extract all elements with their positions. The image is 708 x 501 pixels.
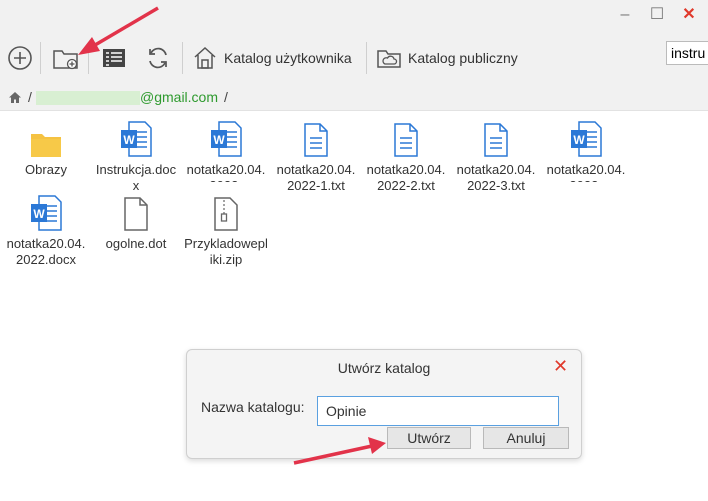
word-document-icon: W — [571, 121, 602, 157]
file-item-notatka-3-txt[interactable]: notatka20.04.2022-3.txt — [454, 118, 538, 194]
file-item-notatka-docx-1[interactable]: W notatka20.04.2022- — [184, 118, 268, 182]
svg-text:W: W — [33, 207, 45, 221]
file-name: Przykladowepliki.zip — [184, 236, 268, 267]
file-name: notatka20.04.2022-3.txt — [456, 162, 536, 193]
toolbar-divider — [40, 42, 41, 74]
toolbar: Katalog użytkownika Katalog publiczny — [0, 30, 708, 86]
text-file-icon — [484, 123, 508, 157]
home-icon[interactable] — [8, 91, 22, 104]
cancel-button[interactable]: Anuluj — [483, 427, 569, 449]
folder-icon — [31, 134, 61, 157]
search-input[interactable] — [666, 41, 708, 65]
user-catalog-link[interactable]: Katalog użytkownika — [192, 45, 352, 71]
file-name: notatka20.04.2022- — [546, 162, 626, 182]
add-icon[interactable] — [6, 44, 34, 72]
file-item-przykladowe-zip[interactable]: Przykladowepliki.zip — [184, 192, 268, 268]
text-file-icon — [304, 123, 328, 157]
refresh-icon[interactable] — [144, 44, 172, 72]
file-item-notatka-docx-2[interactable]: W notatka20.04.2022- — [544, 118, 628, 182]
user-catalog-label: Katalog użytkownika — [224, 50, 352, 66]
public-catalog-link[interactable]: Katalog publiczny — [376, 45, 518, 71]
list-view-icon[interactable] — [100, 44, 128, 72]
file-name: Instrukcja.docx — [95, 162, 177, 193]
close-icon[interactable]: ✕ — [678, 4, 700, 26]
breadcrumb: / @gmail.com / — [0, 86, 708, 111]
folder-name-input[interactable] — [317, 396, 559, 426]
svg-text:W: W — [213, 133, 225, 147]
file-name: notatka20.04.2022.docx — [6, 236, 86, 267]
word-document-icon: W — [211, 121, 242, 157]
title-bar: – ☐ ✕ — [0, 0, 708, 30]
file-name: notatka20.04.2022-2.txt — [366, 162, 446, 193]
file-item-ogolne[interactable]: ogolne.dot — [94, 192, 178, 252]
maximize-icon[interactable]: ☐ — [646, 4, 668, 26]
breadcrumb-separator: / — [28, 89, 32, 105]
zip-file-icon — [214, 197, 238, 231]
toolbar-divider — [88, 42, 89, 74]
file-name: notatka20.04.2022-1.txt — [276, 162, 356, 193]
file-item-notatka-1-txt[interactable]: notatka20.04.2022-1.txt — [274, 118, 358, 194]
file-item-instrukcja[interactable]: W Instrukcja.docx — [94, 118, 178, 194]
cloud-folder-icon — [377, 50, 401, 68]
toolbar-divider — [182, 42, 183, 74]
word-document-icon: W — [121, 121, 152, 157]
file-item-notatka-docx[interactable]: W notatka20.04.2022.docx — [4, 192, 88, 268]
create-button[interactable]: Utwórz — [387, 427, 471, 449]
folder-name-label: Nazwa katalogu: — [201, 399, 305, 415]
minimize-icon[interactable]: – — [614, 4, 636, 26]
close-icon[interactable]: ✕ — [553, 356, 568, 377]
file-item-notatka-2-txt[interactable]: notatka20.04.2022-2.txt — [364, 118, 448, 194]
breadcrumb-separator: / — [224, 89, 228, 105]
breadcrumb-email[interactable]: @gmail.com — [140, 89, 218, 105]
new-folder-icon[interactable] — [52, 44, 80, 72]
toolbar-divider — [366, 42, 367, 74]
word-document-icon: W — [31, 195, 62, 231]
dialog-title: Utwórz katalog — [337, 360, 431, 376]
file-name: ogolne.dot — [105, 236, 167, 251]
redacted-email-mask — [36, 91, 140, 105]
svg-text:W: W — [573, 133, 585, 147]
text-file-icon — [394, 123, 418, 157]
create-folder-dialog: Utwórz katalog ✕ Nazwa katalogu: Utwórz … — [186, 349, 582, 459]
file-name: Obrazy — [25, 162, 67, 177]
home-icon — [194, 46, 216, 69]
blank-file-icon — [124, 197, 148, 231]
public-catalog-label: Katalog publiczny — [408, 50, 518, 66]
file-item-obrazy[interactable]: Obrazy — [4, 118, 88, 178]
file-name: notatka20.04.2022- — [186, 162, 266, 182]
svg-text:W: W — [123, 133, 135, 147]
